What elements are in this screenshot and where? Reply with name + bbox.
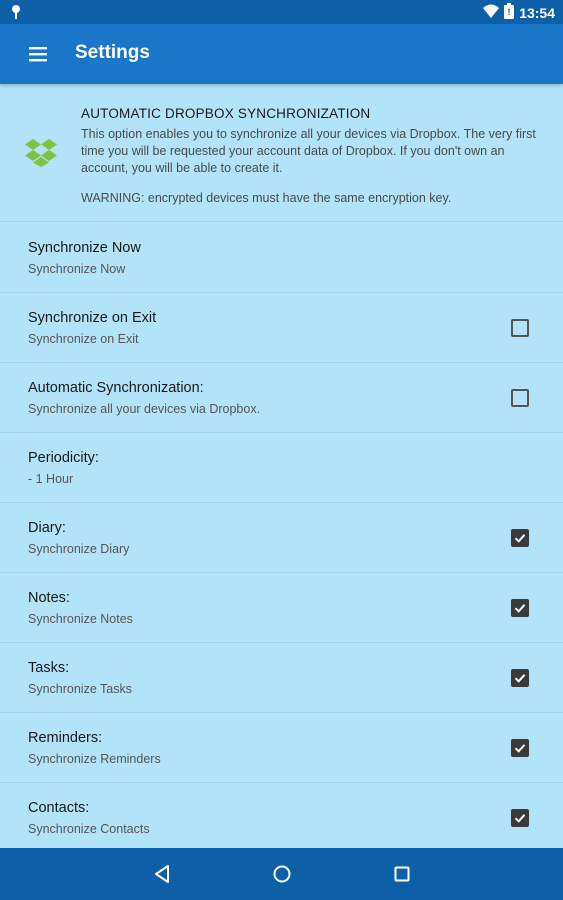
dropbox-sync-header: AUTOMATIC DROPBOX SYNCHRONIZATION This o… — [0, 84, 563, 222]
pref-diary[interactable]: Diary: Synchronize Diary — [0, 503, 563, 573]
pref-title: Diary: — [28, 520, 66, 536]
header-title: AUTOMATIC DROPBOX SYNCHRONIZATION — [81, 106, 371, 121]
checkbox-notes[interactable] — [511, 599, 529, 617]
pref-summary: Synchronize Reminders — [28, 752, 161, 766]
pref-summary: Synchronize Now — [28, 262, 126, 276]
settings-list[interactable]: AUTOMATIC DROPBOX SYNCHRONIZATION This o… — [0, 84, 563, 848]
checkbox-synchronize-on-exit[interactable] — [511, 319, 529, 337]
pref-summary: Synchronize Notes — [28, 612, 133, 626]
dropbox-icon — [24, 138, 58, 173]
pref-summary: Synchronize Tasks — [28, 682, 132, 696]
hamburger-icon[interactable] — [28, 44, 48, 64]
svg-text:!: ! — [508, 7, 511, 17]
checkbox-contacts[interactable] — [511, 809, 529, 827]
pref-tasks[interactable]: Tasks: Synchronize Tasks — [0, 643, 563, 713]
pref-title: Tasks: — [28, 660, 70, 676]
header-description: This option enables you to synchronize a… — [81, 127, 536, 175]
wifi-icon — [483, 4, 500, 21]
home-icon[interactable] — [271, 863, 293, 885]
clock: 13:54 — [519, 4, 555, 21]
pref-automatic-synchronization[interactable]: Automatic Synchronization: Synchronize a… — [0, 363, 563, 433]
back-icon[interactable] — [152, 863, 174, 885]
pref-title: Automatic Synchronization: — [28, 380, 204, 396]
checkbox-automatic-synchronization[interactable] — [511, 389, 529, 407]
pref-title: Notes: — [28, 590, 70, 606]
checkbox-tasks[interactable] — [511, 669, 529, 687]
battery-icon: ! — [504, 3, 515, 22]
pref-title: Reminders: — [28, 730, 103, 746]
pref-summary: Synchronize all your devices via Dropbox… — [28, 402, 261, 416]
pref-title: Contacts: — [28, 800, 90, 816]
navigation-bar — [0, 848, 563, 900]
page-title: Settings — [75, 42, 150, 63]
pref-summary: Synchronize Diary — [28, 542, 130, 556]
pref-notes[interactable]: Notes: Synchronize Notes — [0, 573, 563, 643]
pref-title: Periodicity: — [28, 450, 99, 466]
app-bar: Settings — [0, 24, 563, 84]
pref-reminders[interactable]: Reminders: Synchronize Reminders — [0, 713, 563, 783]
status-bar: ! 13:54 — [0, 0, 563, 24]
pref-summary: - 1 Hour — [28, 472, 74, 486]
pref-synchronize-now[interactable]: Synchronize Now Synchronize Now — [0, 223, 563, 293]
pref-summary: Synchronize Contacts — [28, 822, 150, 836]
pref-summary: Synchronize on Exit — [28, 332, 139, 346]
checkbox-reminders[interactable] — [511, 739, 529, 757]
header-warning: WARNING: encrypted devices must have the… — [81, 191, 452, 205]
pref-periodicity[interactable]: Periodicity: - 1 Hour — [0, 433, 563, 503]
pref-title: Synchronize on Exit — [28, 310, 157, 326]
pref-contacts[interactable]: Contacts: Synchronize Contacts — [0, 783, 563, 848]
pref-title: Synchronize Now — [28, 240, 141, 256]
pin-icon — [10, 4, 22, 25]
pref-synchronize-on-exit[interactable]: Synchronize on Exit Synchronize on Exit — [0, 293, 563, 363]
recents-icon[interactable] — [391, 863, 413, 885]
checkbox-diary[interactable] — [511, 529, 529, 547]
